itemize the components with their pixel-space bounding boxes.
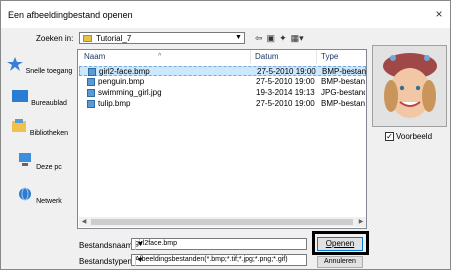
horizontal-scrollbar[interactable]: ◀ ▶	[79, 217, 366, 227]
network-icon	[19, 187, 32, 201]
file-name: girl2-face.bmp	[99, 67, 150, 76]
filetype-dropdown[interactable]: Afbeeldingsbestanden(*.bmp;*.tif;*.jpg;*…	[131, 254, 307, 266]
back-icon[interactable]: ⇦	[255, 32, 263, 44]
chevron-down-icon[interactable]: ▼	[135, 240, 145, 250]
column-separator[interactable]	[250, 50, 251, 64]
file-list[interactable]: Naam ^ Datum Type girl2-face.bmp 27-5-20…	[77, 49, 367, 229]
file-name: swimming_girl.jpg	[98, 88, 162, 97]
preview-checkbox[interactable]: ✓	[385, 132, 394, 141]
place-libraries[interactable]: Bibliotheken	[5, 119, 73, 137]
libraries-icon	[11, 119, 26, 132]
image-preview	[372, 45, 447, 127]
lookin-value: Tutorial_7	[96, 34, 132, 43]
cancel-button[interactable]: Annuleren	[317, 256, 363, 268]
file-row[interactable]: swimming_girl.jpg 19-3-2014 19:13 JPG-be…	[79, 88, 366, 98]
pc-icon	[19, 153, 32, 166]
file-date: 27-5-2010 19:00	[257, 67, 316, 76]
desktop-icon	[12, 90, 29, 102]
place-label: Bureaublad	[31, 100, 67, 107]
lookin-dropdown[interactable]: Tutorial_7 ▼	[79, 32, 245, 44]
close-icon[interactable]: ×	[432, 7, 446, 21]
file-date: 27-5-2010 19:00	[256, 99, 315, 108]
scrollbar-thumb[interactable]	[91, 219, 353, 225]
title-bar: Een afbeeldingbestand openen ×	[1, 1, 450, 28]
place-this-pc[interactable]: Deze pc	[5, 153, 73, 171]
chevron-down-icon[interactable]: ▼	[135, 256, 145, 266]
open-image-dialog: Een afbeeldingbestand openen × Zoeken in…	[0, 0, 451, 270]
place-desktop[interactable]: Bureaublad	[5, 89, 73, 107]
column-separator[interactable]	[316, 50, 317, 64]
new-folder-icon[interactable]: ✦	[279, 32, 287, 44]
star-icon	[6, 57, 23, 71]
file-date: 27-5-2010 19:00	[256, 77, 315, 86]
places-bar: Snelle toegang Bureaublad Bibliotheken D…	[5, 49, 73, 259]
file-type: BMP-bestand	[322, 67, 366, 76]
file-type: JPG-bestand	[321, 88, 365, 97]
chevron-down-icon[interactable]: ▼	[233, 33, 244, 43]
toolbar: ⇦ ▣ ✦ ▦▾	[255, 32, 304, 44]
place-label: Deze pc	[36, 164, 62, 171]
filename-input[interactable]: girl2face.bmp ▼	[131, 238, 307, 250]
file-row[interactable]: tulip.bmp 27-5-2010 19:00 BMP-bestand	[79, 99, 366, 109]
file-row[interactable]: penguin.bmp 27-5-2010 19:00 BMP-bestand	[79, 77, 366, 87]
file-name: tulip.bmp	[98, 99, 131, 108]
image-file-icon	[87, 78, 95, 86]
place-label: Snelle toegang	[25, 68, 73, 75]
column-header-type[interactable]: Type	[321, 50, 338, 64]
preview-checkbox-label: Voorbeeld	[396, 132, 433, 141]
lookin-label: Zoeken in:	[36, 34, 74, 43]
open-button[interactable]: Openen	[317, 237, 363, 251]
filename-label: Bestandsnaam:	[79, 241, 135, 250]
place-label: Netwerk	[36, 198, 62, 205]
scroll-left-icon[interactable]: ◀	[79, 217, 89, 227]
file-date: 19-3-2014 19:13	[256, 88, 315, 97]
file-type: BMP-bestand	[321, 77, 365, 86]
dialog-title: Een afbeeldingbestand openen	[8, 10, 133, 20]
column-header-name[interactable]: Naam	[84, 50, 105, 64]
scroll-right-icon[interactable]: ▶	[356, 217, 366, 227]
girl-face-thumbnail	[373, 46, 446, 126]
image-file-icon	[87, 100, 95, 108]
place-quick-access[interactable]: Snelle toegang	[5, 57, 73, 75]
image-file-icon	[88, 68, 96, 76]
sort-arrow-icon: ^	[158, 53, 162, 60]
folder-icon	[83, 35, 92, 42]
filetype-value: Afbeeldingsbestanden(*.bmp;*.tif;*.jpg;*…	[135, 256, 288, 263]
file-type: BMP-bestand	[321, 99, 365, 108]
filetype-label: Bestandstypen:	[79, 257, 135, 266]
up-folder-icon[interactable]: ▣	[267, 32, 276, 44]
column-header-date[interactable]: Datum	[255, 50, 279, 64]
place-label: Bibliotheken	[29, 130, 69, 137]
file-name: penguin.bmp	[98, 77, 145, 86]
view-menu-icon[interactable]: ▦▾	[291, 32, 304, 44]
place-network[interactable]: Netwerk	[5, 187, 73, 205]
file-row[interactable]: girl2-face.bmp 27-5-2010 19:00 BMP-besta…	[79, 66, 366, 76]
image-file-icon	[87, 89, 95, 97]
